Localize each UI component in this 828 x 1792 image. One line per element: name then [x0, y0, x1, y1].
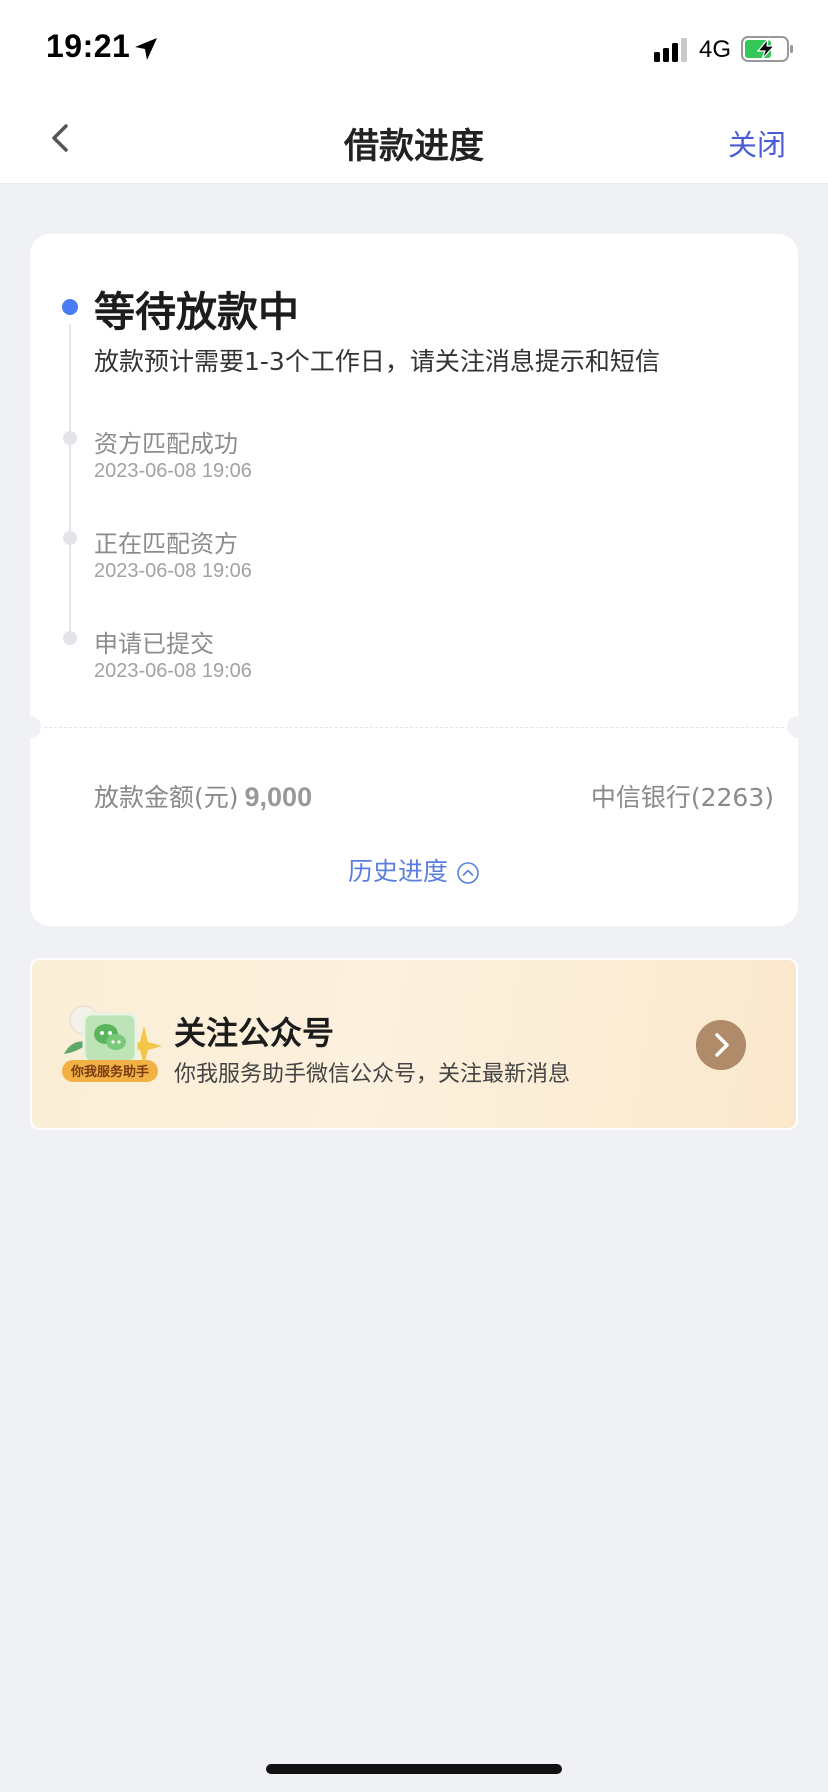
step-title: 正在匹配资方: [94, 530, 238, 558]
card-notch: [19, 716, 41, 738]
bank-account: 中信银行(2263): [590, 783, 774, 812]
nav-bar: 借款进度 关闭: [0, 92, 828, 184]
banner-desc: 你我服务助手微信公众号，关注最新消息: [174, 1062, 571, 1087]
history-progress-button[interactable]: 历史进度: [30, 852, 798, 888]
home-indicator[interactable]: [266, 1764, 562, 1774]
amount-label: 放款金额(元): [94, 783, 239, 812]
step-time: 2023-06-08 19:06: [94, 560, 252, 582]
banner-badge: 你我服务助手: [70, 1064, 149, 1080]
amount-row: 放款金额(元) 9,000: [94, 778, 312, 814]
divider: [44, 727, 784, 728]
current-status-title: 等待放款中: [94, 288, 299, 336]
history-progress-label: 历史进度: [347, 857, 448, 886]
status-bar: 19:21 4G: [0, 0, 828, 92]
step-time: 2023-06-08 19:06: [94, 660, 252, 682]
follow-official-account-banner[interactable]: 你我服务助手 关注公众号 你我服务助手微信公众号，关注最新消息: [30, 958, 798, 1130]
chevron-up-circle-icon: [457, 862, 479, 884]
timeline-dot: [63, 631, 77, 645]
current-status-desc: 放款预计需要1-3个工作日，请关注消息提示和短信: [94, 347, 660, 376]
wechat-assistant-logo-icon: 你我服务助手: [62, 1005, 162, 1082]
step-title: 申请已提交: [94, 630, 214, 658]
loan-progress-card: 等待放款中 放款预计需要1-3个工作日，请关注消息提示和短信 资方匹配成功 20…: [19, 234, 809, 926]
banner-title: 关注公众号: [174, 1014, 335, 1052]
timeline-dot: [63, 431, 77, 445]
timeline-dot-active: [62, 299, 78, 315]
card-notch: [787, 716, 809, 738]
location-arrow-icon: [135, 38, 157, 60]
step-title: 资方匹配成功: [94, 430, 238, 458]
amount-value: 9,000: [244, 782, 313, 812]
network-type: 4G: [699, 36, 732, 63]
signal-icon: [654, 38, 687, 62]
close-button[interactable]: 关闭: [728, 122, 786, 164]
page-title: 借款进度: [343, 127, 484, 167]
timeline-line: [69, 324, 71, 636]
battery-charging-icon: [741, 36, 793, 62]
step-time: 2023-06-08 19:06: [94, 460, 252, 482]
chevron-right-circle-icon[interactable]: [696, 1020, 746, 1070]
timeline-dot: [63, 531, 77, 545]
status-time: 19:21: [46, 28, 131, 64]
